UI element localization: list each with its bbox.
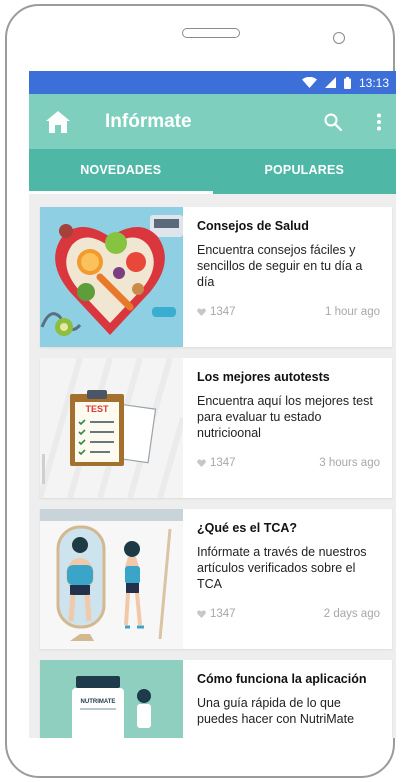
article-card[interactable]: ¿Qué es el TCA? Infórmate a través de nu… <box>40 509 392 649</box>
app-bar: Infórmate <box>29 94 396 149</box>
article-description: Encuentra consejos fáciles y sencillos d… <box>197 243 363 289</box>
battery-icon <box>343 76 351 89</box>
article-description: Encuentra aquí los mejores test para eva… <box>197 394 373 440</box>
heart-icon <box>197 308 206 316</box>
search-icon[interactable] <box>324 113 342 131</box>
article-description: Una guía rápida de lo que puedes hacer c… <box>197 696 355 726</box>
article-list[interactable]: Consejos de Salud Encuentra consejos fác… <box>29 194 396 738</box>
article-time: 1 hour ago <box>325 306 380 318</box>
like-count-value: 1347 <box>210 608 236 620</box>
like-count[interactable]: 1347 <box>197 306 236 318</box>
tab-bar: NOVEDADES POPULARES <box>29 149 396 194</box>
like-count[interactable]: 1347 <box>197 457 236 469</box>
app-screen: 13:13 Infórmate NOVEDADES POPULARES Cons… <box>29 71 396 738</box>
page-title: Infórmate <box>105 110 192 132</box>
article-title: ¿Qué es el TCA? <box>197 521 298 535</box>
article-image-mirror <box>40 509 183 649</box>
article-time: 3 hours ago <box>319 457 380 469</box>
article-image-healthy-food <box>40 207 183 347</box>
like-count-value: 1347 <box>210 306 236 318</box>
article-card[interactable]: TEST Los mejores autotests Encuentra aqu… <box>40 358 392 498</box>
nutrimate-jar-label: NUTRIMATE <box>81 699 116 705</box>
like-count-value: 1347 <box>210 457 236 469</box>
article-card[interactable]: Consejos de Salud Encuentra consejos fác… <box>40 207 392 347</box>
article-title: Consejos de Salud <box>197 219 309 233</box>
phone-speaker <box>182 28 240 38</box>
tab-novedades[interactable]: NOVEDADES <box>29 149 213 194</box>
more-vert-icon[interactable] <box>376 113 382 131</box>
heart-icon <box>197 610 206 618</box>
status-bar: 13:13 <box>29 71 396 94</box>
article-image-clipboard: TEST <box>40 358 183 498</box>
home-icon[interactable] <box>45 110 71 134</box>
clipboard-test-label: TEST <box>85 404 109 414</box>
status-time: 13:13 <box>358 75 389 90</box>
article-image-nutrimate: NUTRIMATE <box>40 660 183 738</box>
signal-icon <box>324 77 336 88</box>
article-time: 2 days ago <box>323 608 380 620</box>
wifi-icon <box>301 77 317 88</box>
article-card[interactable]: NUTRIMATE Cómo funciona la aplicación Un… <box>40 660 392 738</box>
tab-indicator <box>29 191 213 194</box>
tab-populares[interactable]: POPULARES <box>213 149 397 194</box>
like-count[interactable]: 1347 <box>197 608 236 620</box>
article-description: Infórmate a través de nuestros artículos… <box>197 545 367 591</box>
heart-icon <box>197 459 206 467</box>
article-title: Los mejores autotests <box>197 370 330 384</box>
phone-frame: 13:13 Infórmate NOVEDADES POPULARES Cons… <box>5 4 396 778</box>
article-title: Cómo funciona la aplicación <box>197 672 367 686</box>
phone-camera <box>333 32 345 44</box>
